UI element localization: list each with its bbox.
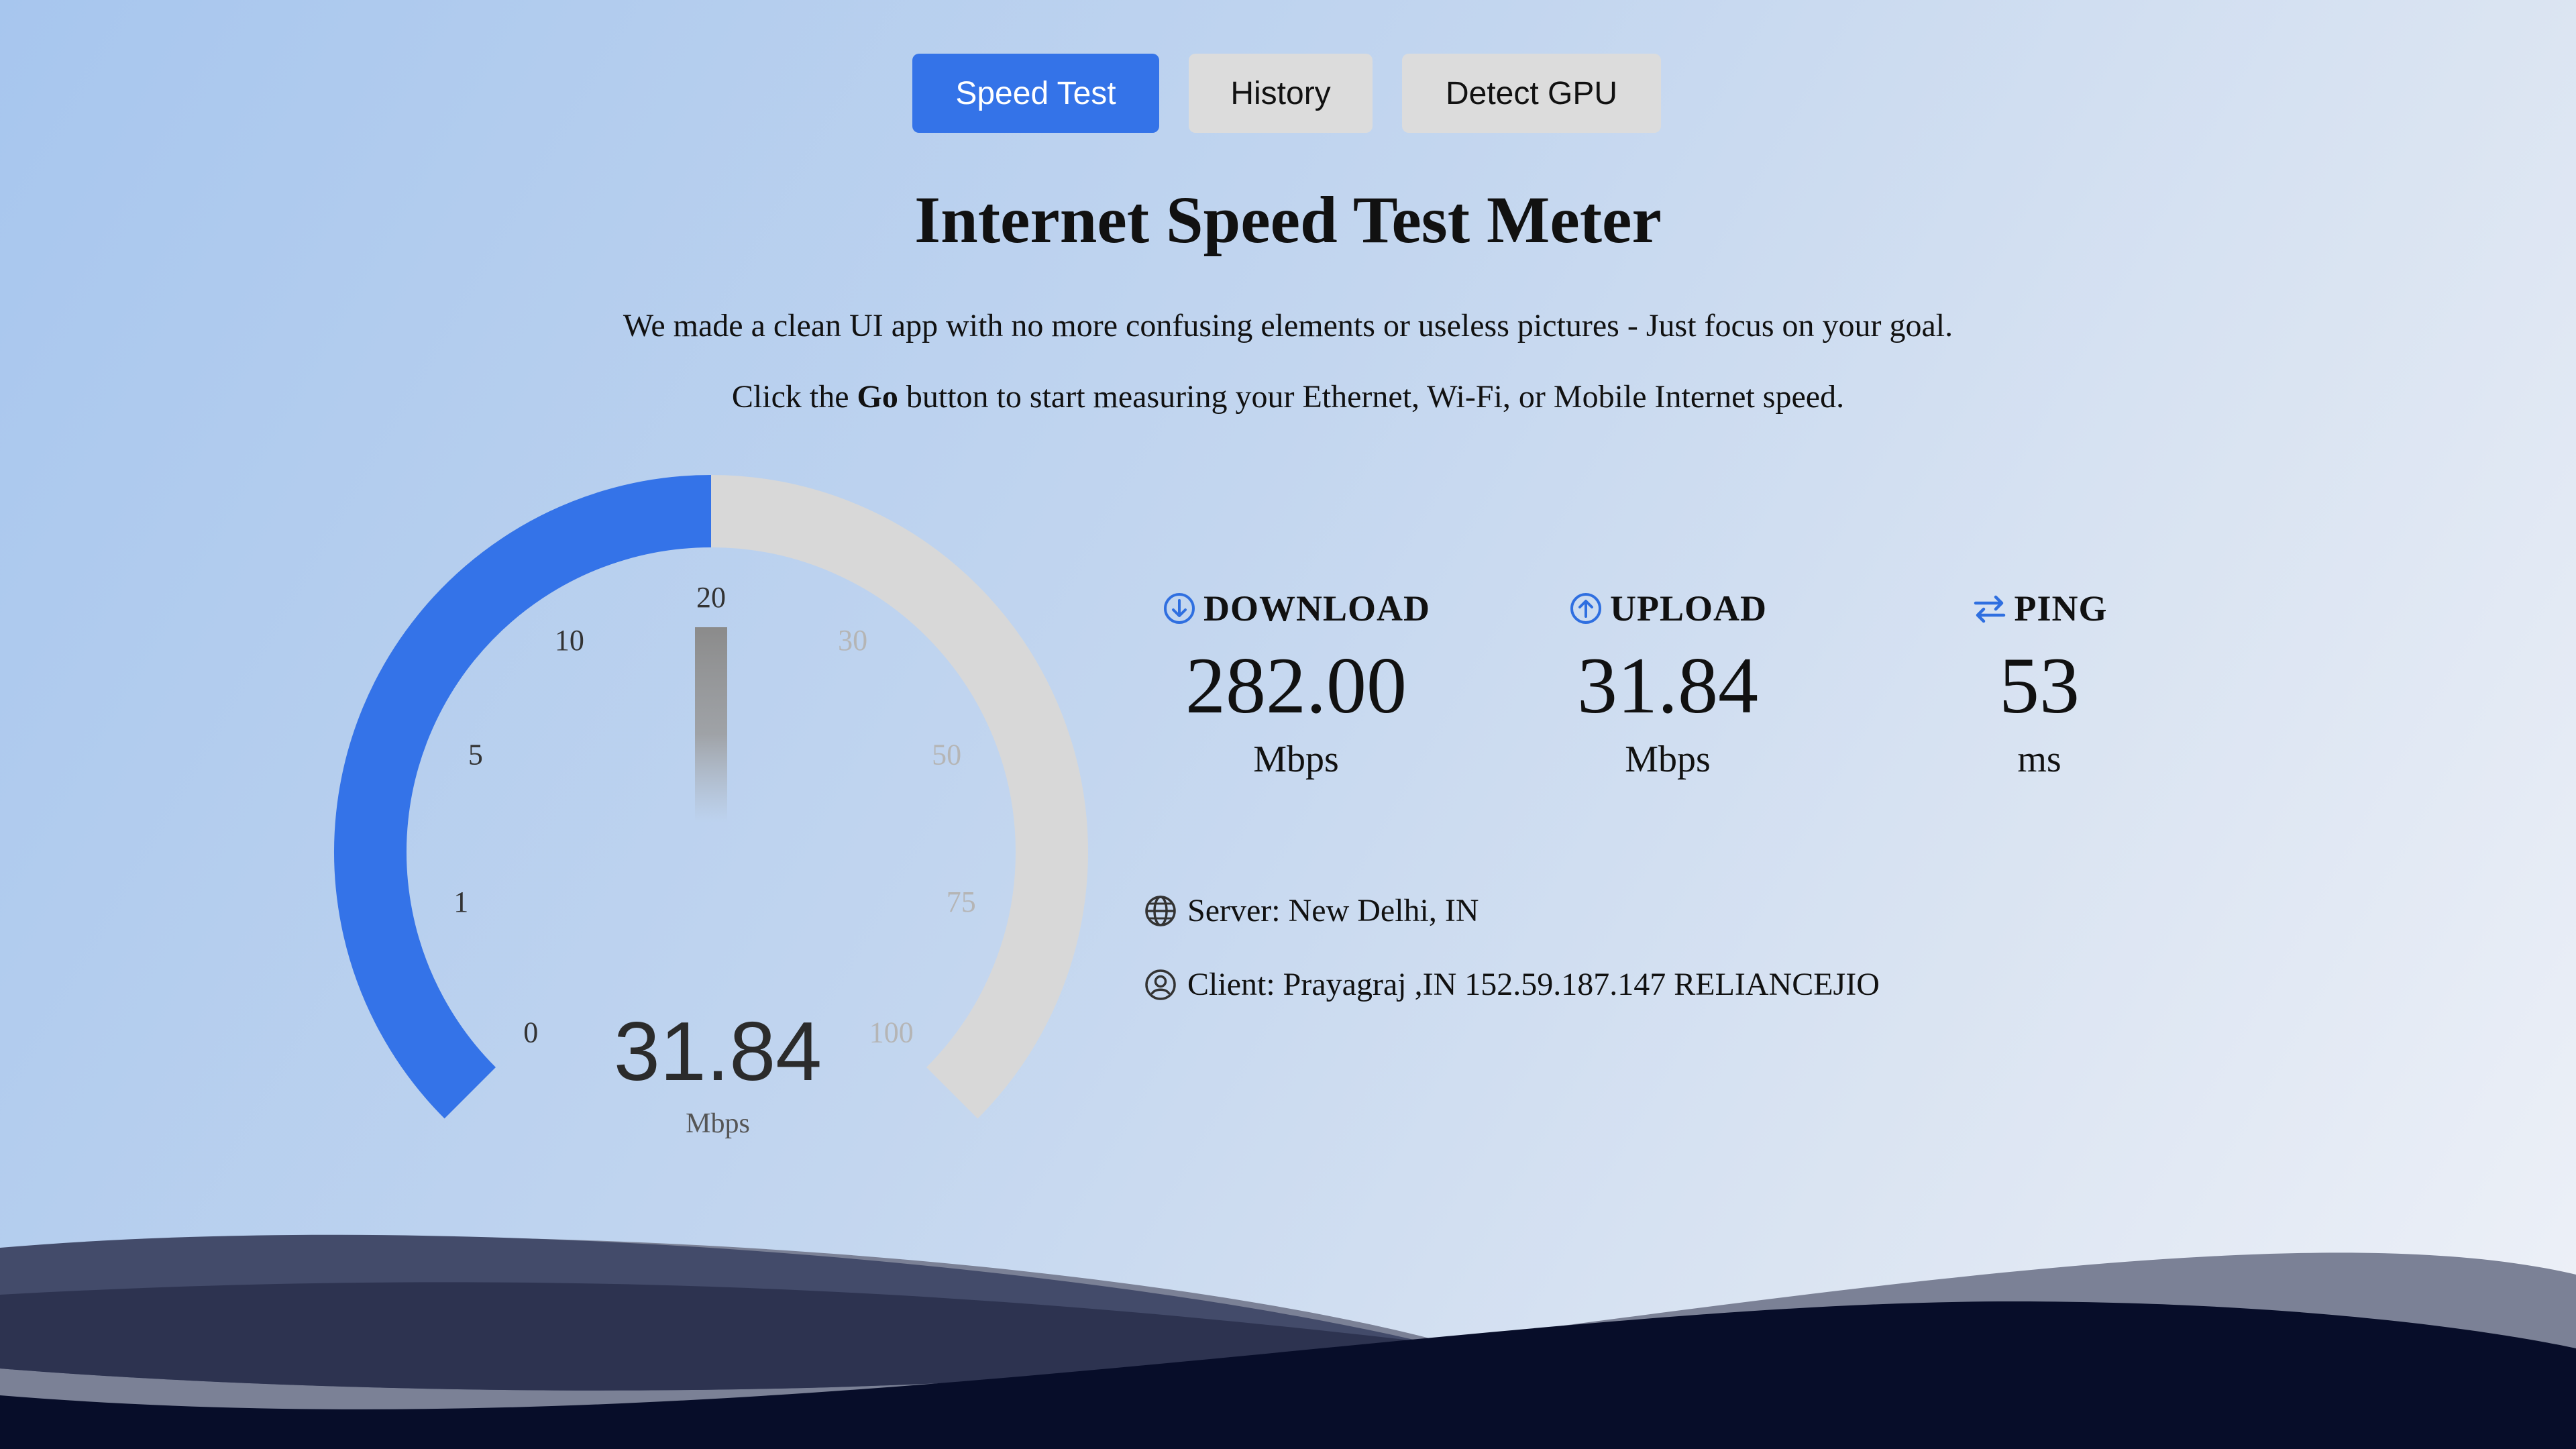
download-unit: Mbps bbox=[1253, 739, 1339, 780]
gauge-scale-label: 10 bbox=[555, 624, 584, 657]
upload-label: UPLOAD bbox=[1610, 588, 1767, 629]
gauge-needle bbox=[695, 627, 727, 822]
description-text-after: button to start measuring your Ethernet,… bbox=[898, 379, 1845, 415]
gauge-unit: Mbps bbox=[686, 1108, 750, 1139]
server-info: Server: New Delhi, IN bbox=[1143, 892, 1479, 929]
speed-gauge: 0 1 5 10 20 30 50 75 100 31.84 Mbps bbox=[334, 475, 1088, 1139]
description-line-1: We made a clean UI app with no more conf… bbox=[623, 308, 1953, 343]
description-line-2: Click the Go button to start measuring y… bbox=[0, 378, 2576, 415]
download-stat: DOWNLOAD 282.00 Mbps bbox=[1128, 585, 1464, 781]
download-header: DOWNLOAD bbox=[1128, 585, 1464, 632]
detect-gpu-button[interactable]: Detect GPU bbox=[1402, 54, 1661, 133]
upload-header: UPLOAD bbox=[1500, 585, 1835, 632]
ping-stat: PING 53 ms bbox=[1872, 585, 2207, 781]
upload-value: 31.84 bbox=[1577, 641, 1758, 730]
ping-label: PING bbox=[2014, 588, 2108, 629]
gauge-scale-label: 1 bbox=[453, 885, 468, 918]
history-button[interactable]: History bbox=[1189, 54, 1373, 133]
top-nav: Speed Test History Detect GPU bbox=[0, 54, 2576, 133]
upload-circle-icon bbox=[1570, 593, 1601, 624]
client-text: Client: Prayagraj ,IN 152.59.187.147 REL… bbox=[1187, 967, 1880, 1002]
gauge-value: 31.84 bbox=[614, 1006, 822, 1098]
globe-icon bbox=[1145, 895, 1176, 926]
download-label: DOWNLOAD bbox=[1203, 588, 1430, 629]
page-title: Internet Speed Test Meter bbox=[914, 182, 1662, 257]
ping-unit: ms bbox=[2017, 739, 2061, 780]
upload-stat: UPLOAD 31.84 Mbps bbox=[1500, 585, 1835, 781]
download-value: 282.00 bbox=[1185, 641, 1407, 730]
gauge-scale-label: 0 bbox=[523, 1016, 538, 1049]
server-text: Server: New Delhi, IN bbox=[1187, 893, 1479, 928]
download-circle-icon bbox=[1163, 593, 1195, 624]
description-text-before: Click the bbox=[731, 379, 857, 415]
ping-header: PING bbox=[1872, 585, 2207, 632]
gauge-scale-label: 75 bbox=[947, 885, 976, 918]
speed-test-button[interactable]: Speed Test bbox=[912, 54, 1159, 133]
user-circle-icon bbox=[1145, 969, 1176, 1000]
gauge-scale-label: 100 bbox=[869, 1016, 914, 1049]
gauge-scale-label: 30 bbox=[838, 624, 867, 657]
upload-unit: Mbps bbox=[1625, 739, 1711, 780]
ping-value: 53 bbox=[1999, 641, 2080, 730]
wave-decoration bbox=[0, 1234, 2576, 1449]
client-info: Client: Prayagraj ,IN 152.59.187.147 REL… bbox=[1143, 966, 1880, 1003]
gauge-scale-label: 20 bbox=[696, 581, 726, 614]
gauge-scale-label: 50 bbox=[932, 739, 961, 771]
swap-arrows-icon bbox=[1974, 595, 2005, 623]
gauge-scale-label: 5 bbox=[468, 739, 483, 771]
go-keyword: Go bbox=[857, 379, 898, 415]
